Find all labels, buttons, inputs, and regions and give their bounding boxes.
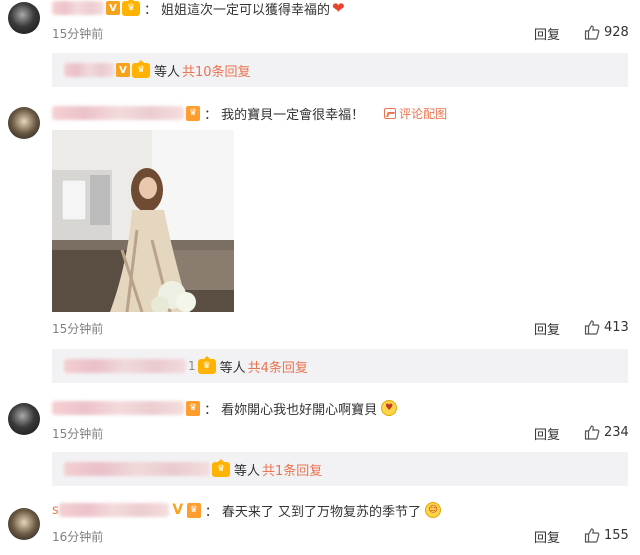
username-blurred[interactable] xyxy=(58,503,169,517)
avatar[interactable] xyxy=(8,508,40,540)
replies-total[interactable]: 共4条回复 xyxy=(248,357,308,376)
reply-button[interactable]: 回复 xyxy=(534,24,560,43)
comment-line: s V ♛ ： 春天来了 又到了万物复苏的季节了 ☺ xyxy=(52,500,442,520)
like-button[interactable]: 234 xyxy=(584,424,629,440)
like-count: 928 xyxy=(604,24,629,40)
fan-level-badge-icon: ♛ xyxy=(186,502,201,518)
comment-attached-image[interactable] xyxy=(52,130,234,312)
colon: ： xyxy=(204,504,218,520)
thumbs-up-icon xyxy=(584,320,600,335)
smiley-emoji-icon: ♥ xyxy=(381,400,398,416)
reply-button[interactable]: 回复 xyxy=(534,527,560,546)
comment-line: V ♛ ： 姐姐這次一定可以獲得幸福的 ❤ xyxy=(52,0,345,18)
reply-username-blurred xyxy=(64,63,114,77)
vip-v-icon: V xyxy=(116,63,130,77)
colon: ： xyxy=(204,402,218,418)
replies-total[interactable]: 共1条回复 xyxy=(262,460,322,479)
colon: ： xyxy=(204,107,218,123)
replies-who: 等人 xyxy=(154,64,181,80)
vip-v-icon: V xyxy=(106,1,120,15)
comment-time: 15分钟前 xyxy=(52,27,104,41)
thumbs-up-icon xyxy=(584,528,600,543)
comment-text: 我的寶貝一定會很幸福！ xyxy=(221,107,365,123)
vip-v-icon: V xyxy=(172,502,184,518)
like-count: 155 xyxy=(604,527,629,543)
comment-line: ♛ ： 看妳開心我也好開心啊寶貝 ♥ xyxy=(52,398,398,418)
username-prefix[interactable]: s xyxy=(52,503,59,518)
avatar[interactable] xyxy=(8,2,40,34)
reply-username-suffix: 1 xyxy=(188,359,196,373)
comment-image-label: 评论配图 xyxy=(399,106,448,121)
like-button[interactable]: 928 xyxy=(584,24,629,40)
replies-bar[interactable]: ♛ 等人 共1条回复 xyxy=(52,452,628,486)
replies-bar[interactable]: V ♛ 等人 共10条回复 xyxy=(52,53,628,87)
crown-badge-icon: ♛ xyxy=(122,0,140,16)
colon: ： xyxy=(144,2,158,18)
comment-text: 看妳開心我也好開心啊寶貝 xyxy=(221,402,378,418)
reply-button[interactable]: 回复 xyxy=(534,319,560,338)
replies-who: 等人 xyxy=(219,360,246,376)
kitchen-photo xyxy=(52,130,234,312)
comment-text: 春天来了 又到了万物复苏的季节了 xyxy=(221,504,422,520)
username-blurred[interactable] xyxy=(52,106,184,120)
reply-button[interactable]: 回复 xyxy=(534,424,560,443)
crown-badge-icon: ♛ xyxy=(197,355,216,374)
crown-badge-icon: ♛ xyxy=(212,458,230,477)
replies-who: 等人 xyxy=(234,463,261,479)
reply-username-blurred xyxy=(64,359,186,373)
like-count: 234 xyxy=(604,424,629,440)
picture-icon xyxy=(384,107,397,119)
comment-time: 16分钟前 xyxy=(52,530,104,544)
comment-text: 姐姐這次一定可以獲得幸福的 xyxy=(161,2,331,18)
like-count: 413 xyxy=(604,319,629,335)
fan-level-badge-icon: ♛ xyxy=(186,105,201,121)
comment-time: 15分钟前 xyxy=(52,427,104,441)
comment-image-link[interactable]: 评论配图 xyxy=(384,105,447,122)
fan-level-badge-icon: ♛ xyxy=(186,400,201,416)
replies-total[interactable]: 共10条回复 xyxy=(182,61,251,80)
like-button[interactable]: 413 xyxy=(584,319,629,335)
like-button[interactable]: 155 xyxy=(584,527,629,543)
username-blurred[interactable] xyxy=(52,1,104,15)
avatar[interactable] xyxy=(8,107,40,139)
avatar[interactable] xyxy=(8,403,40,435)
replies-bar[interactable]: 1 ♛ 等人 共4条回复 xyxy=(52,349,628,383)
reply-username-blurred xyxy=(64,462,210,476)
comment-line: ♛ ： 我的寶貝一定會很幸福！ 评论配图 xyxy=(52,103,447,123)
heart-emoji-icon: ❤ xyxy=(332,0,345,17)
thumbs-up-icon xyxy=(584,425,600,440)
username-blurred[interactable] xyxy=(52,401,184,415)
thumbs-up-icon xyxy=(584,25,600,40)
crown-badge-icon: ♛ xyxy=(132,59,150,78)
comment-time: 15分钟前 xyxy=(52,322,104,336)
smiley-emoji-icon: ☺ xyxy=(425,502,442,518)
